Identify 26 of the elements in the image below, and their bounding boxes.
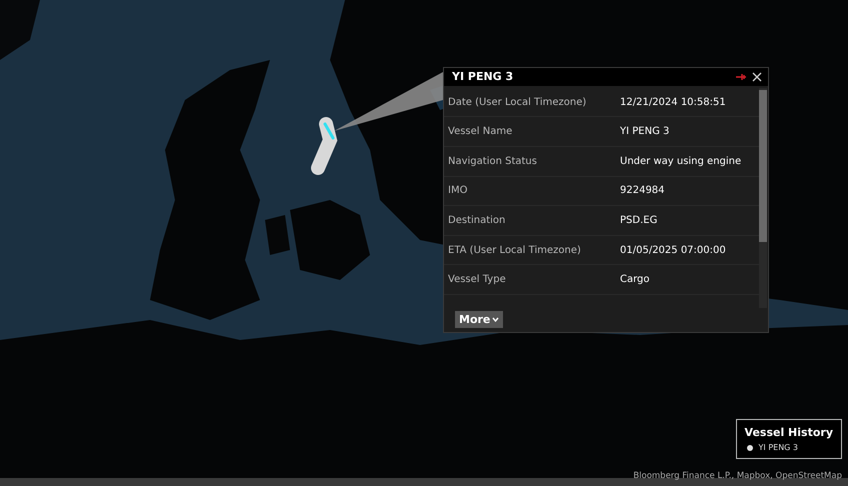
pin-icon[interactable] (736, 74, 746, 80)
field-label: Date (User Local Timezone) (447, 96, 588, 108)
chevron-down-icon (492, 317, 500, 322)
field-label: ETA (User Local Timezone) (447, 244, 582, 256)
field-value: 12/21/2024 10:58:51 (620, 96, 726, 108)
legend-label: YI PENG 3 (758, 443, 798, 452)
scrollbar[interactable] (759, 88, 767, 308)
legend-dot-icon (746, 444, 753, 450)
field-value: PSD.EG (620, 214, 658, 226)
field-value: Cargo (620, 274, 650, 286)
field-value: YI PENG 3 (620, 126, 670, 138)
legend-title: Vessel History (744, 426, 833, 439)
vessel-track (311, 117, 338, 175)
field-value: Under way using engine (620, 156, 742, 167)
scrollbar-thumb[interactable] (759, 90, 767, 242)
field-label: Vessel Type (447, 274, 507, 286)
more-button[interactable]: More (455, 311, 504, 328)
field-label: Navigation Status (447, 156, 538, 167)
field-label: IMO (447, 185, 468, 196)
map-attribution: Bloomberg Finance L.P., Mapbox, OpenStreetMap (633, 471, 842, 481)
popup-title: YI PENG 3 (452, 70, 514, 84)
field-label: Destination (447, 214, 506, 226)
field-value: 9224984 (620, 185, 665, 196)
close-icon[interactable] (752, 72, 762, 82)
field-value: 01/05/2025 07:00:00 (620, 244, 726, 256)
field-label: Vessel Name (447, 126, 514, 138)
